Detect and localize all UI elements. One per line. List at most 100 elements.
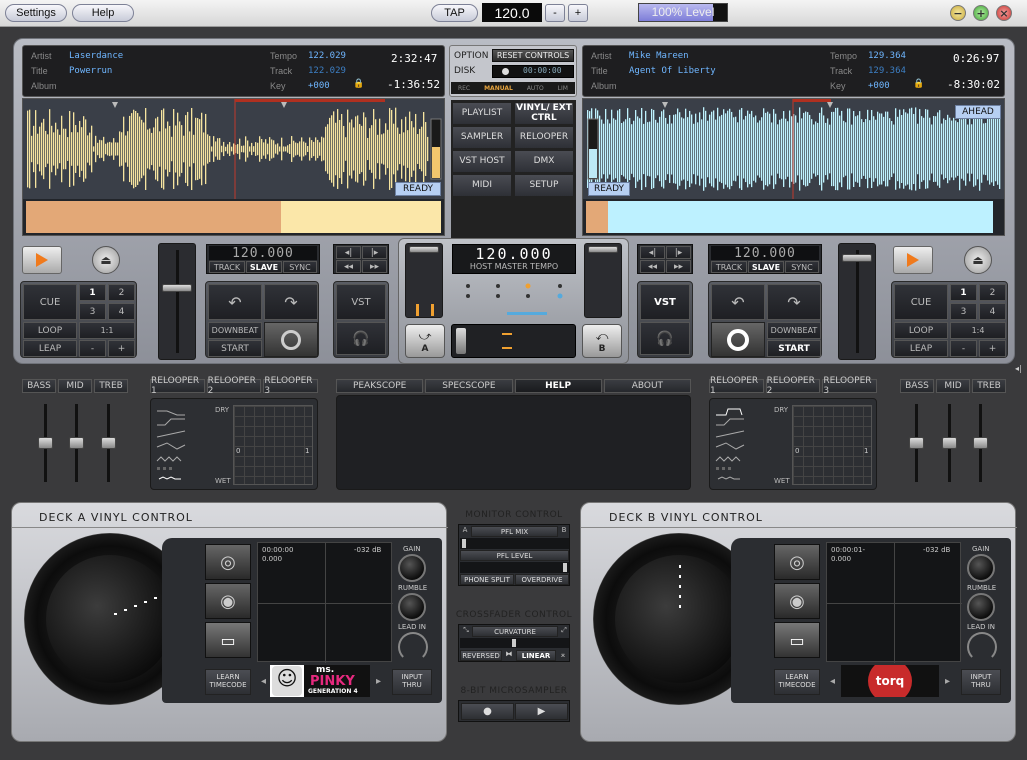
fast-forward-icon[interactable]: ▸▸ (666, 260, 691, 273)
deck-a-cue-3[interactable]: 3 (79, 303, 106, 320)
deck-b-pitch-fader[interactable] (838, 243, 876, 360)
collapse-arrow-icon[interactable]: ◂| (1015, 364, 1022, 373)
close-icon[interactable]: × (996, 5, 1012, 21)
deck-b-cue-3[interactable]: 3 (950, 303, 977, 320)
deck-b-leap-plus[interactable]: + (979, 340, 1006, 357)
deck-a-downbeat-button[interactable]: DOWNBEAT (208, 322, 262, 339)
relooper-a-tab-3[interactable]: RELOOPER 3 (263, 376, 319, 396)
deck-b-eject-button[interactable]: ⏏ (964, 246, 992, 274)
prev-arrow-icon[interactable]: ◂ (257, 665, 270, 697)
deck-a-sync-button[interactable]: SYNC (283, 261, 317, 273)
relooper-a-tab-1[interactable]: RELOOPER 1 (150, 376, 205, 396)
deck-a-loop-button[interactable]: LOOP (23, 322, 77, 339)
deck-a-pitch-handle[interactable] (162, 284, 192, 292)
deck-a-cue-1[interactable]: 1 (79, 284, 106, 301)
deck-a-eject-button[interactable]: ⏏ (92, 246, 120, 274)
undo-icon[interactable]: ↶ (208, 284, 262, 320)
help-tab[interactable]: HELP (514, 379, 602, 393)
next-arrow-icon[interactable]: ▸ (941, 665, 954, 697)
deck-b-start-button[interactable]: START (767, 340, 821, 357)
mode-manual[interactable]: MANUAL (484, 85, 513, 92)
reversed-button[interactable]: REVERSED (460, 650, 502, 661)
deck-b-track-button[interactable]: TRACK (711, 261, 747, 273)
deck-b-lead-in-knob[interactable] (967, 632, 997, 662)
sampler-record-icon[interactable]: ● (461, 703, 514, 720)
deck-a-leap-button[interactable]: LEAP (23, 340, 77, 357)
record-icon[interactable] (502, 68, 509, 75)
deck-a-leap-minus[interactable]: - (79, 340, 106, 357)
deck-a-cue-orb[interactable] (264, 322, 318, 357)
phone-split-button[interactable]: PHONE SPLIT (460, 574, 514, 585)
deck-a-learn-timecode-button[interactable]: LEARN TIMECODE (205, 669, 251, 695)
relooper-a-tab-2[interactable]: RELOOPER 2 (206, 376, 262, 396)
pfl-mix-slider[interactable] (460, 538, 569, 549)
deck-b-sync-button[interactable]: SYNC (785, 261, 819, 273)
deck-b-rumble-knob[interactable] (967, 593, 995, 621)
rewind-icon[interactable]: ◂◂ (336, 260, 361, 273)
relooper-a-xy-pad[interactable] (233, 405, 313, 485)
deck-b-gain-knob[interactable] (967, 554, 995, 582)
bpm-plus-button[interactable]: + (568, 4, 588, 22)
setup-button[interactable]: SETUP (514, 174, 574, 197)
deck-b-loop-length[interactable]: 1:4 (950, 322, 1006, 339)
prev-arrow-icon[interactable]: ◂ (826, 665, 839, 697)
relooper-button[interactable]: RELOOPER (514, 126, 574, 149)
eq-b-treb-fader[interactable] (973, 437, 988, 449)
nudge-forward-icon[interactable]: |▸ (666, 246, 691, 259)
relooper-b-xy-pad[interactable] (792, 405, 872, 485)
deck-a-cue-2[interactable]: 2 (108, 284, 135, 301)
minimize-icon[interactable]: − (950, 5, 966, 21)
deck-a-waveform[interactable]: READY (22, 98, 445, 236)
curvature-handle[interactable] (512, 639, 516, 647)
deck-b-leap-minus[interactable]: - (950, 340, 977, 357)
reset-controls-button[interactable]: RESET CONTROLS (492, 49, 574, 62)
turntable-icon[interactable]: ◎ (205, 544, 251, 580)
nudge-forward-icon[interactable]: |▸ (362, 246, 387, 259)
next-arrow-icon[interactable]: ▸ (372, 665, 385, 697)
crossfader[interactable] (451, 324, 576, 358)
vinyl-ext-ctrl-button[interactable]: VINYL/ EXT CTRL (514, 102, 574, 125)
playlist-button[interactable]: PLAYLIST (452, 102, 512, 125)
deck-a-loop-length[interactable]: 1:1 (79, 322, 135, 339)
deck-a-vst-button[interactable]: VST (336, 284, 386, 320)
deck-b-loop-button[interactable]: LOOP (894, 322, 948, 339)
rewind-icon[interactable]: ◂◂ (640, 260, 665, 273)
sampler-button[interactable]: SAMPLER (452, 126, 512, 149)
peakscope-tab[interactable]: PEAKSCOPE (336, 379, 424, 393)
deck-a-input-thru-button[interactable]: INPUT THRU (392, 669, 432, 695)
nudge-back-icon[interactable]: ◂| (640, 246, 665, 259)
eq-a-treb-fader[interactable] (101, 437, 116, 449)
channel-b-handle[interactable] (588, 246, 618, 253)
vst-host-button[interactable]: VST HOST (452, 150, 512, 173)
deck-b-pitch-handle[interactable] (842, 254, 872, 262)
specscope-tab[interactable]: SPECSCOPE (425, 379, 513, 393)
overdrive-button[interactable]: OVERDRIVE (515, 574, 569, 585)
deck-a-pitch-fader[interactable] (158, 243, 196, 360)
dmx-button[interactable]: DMX (514, 150, 574, 173)
mode-auto[interactable]: AUTO (527, 85, 544, 92)
host-master-tempo-label[interactable]: HOST MASTER TEMPO (453, 262, 575, 271)
mode-lim[interactable]: LIM (558, 85, 568, 92)
deck-a-rumble-knob[interactable] (398, 593, 426, 621)
lock-icon[interactable]: 🔒 (353, 79, 364, 89)
about-tab[interactable]: ABOUT (603, 379, 691, 393)
deck-a-play-button[interactable] (22, 246, 62, 274)
deck-a-cue-button[interactable]: CUE (23, 284, 77, 320)
deck-b-cue-2[interactable]: 2 (979, 284, 1006, 301)
midi-button[interactable]: MIDI (452, 174, 512, 197)
deck-b-cue-orb[interactable] (711, 322, 765, 357)
deck-b-vst-button[interactable]: VST (640, 284, 690, 320)
deck-a-track-button[interactable]: TRACK (209, 261, 245, 273)
crossfader-assign-a[interactable]: ⤻ A (405, 324, 445, 358)
turntable-icon[interactable]: ◎ (774, 544, 820, 580)
channel-a-handle[interactable] (409, 246, 439, 253)
cd-player-icon[interactable]: ◉ (774, 583, 820, 619)
fast-forward-icon[interactable]: ▸▸ (362, 260, 387, 273)
deck-b-cue-button[interactable]: CUE (894, 284, 948, 320)
deck-a-gain-knob[interactable] (398, 554, 426, 582)
eq-b-bass-fader[interactable] (909, 437, 924, 449)
deck-b-learn-timecode-button[interactable]: LEARN TIMECODE (774, 669, 820, 695)
settings-button[interactable]: Settings (5, 4, 67, 22)
deck-a-slave-button[interactable]: SLAVE (246, 261, 282, 273)
relooper-b-tab-1[interactable]: RELOOPER 1 (709, 376, 764, 396)
